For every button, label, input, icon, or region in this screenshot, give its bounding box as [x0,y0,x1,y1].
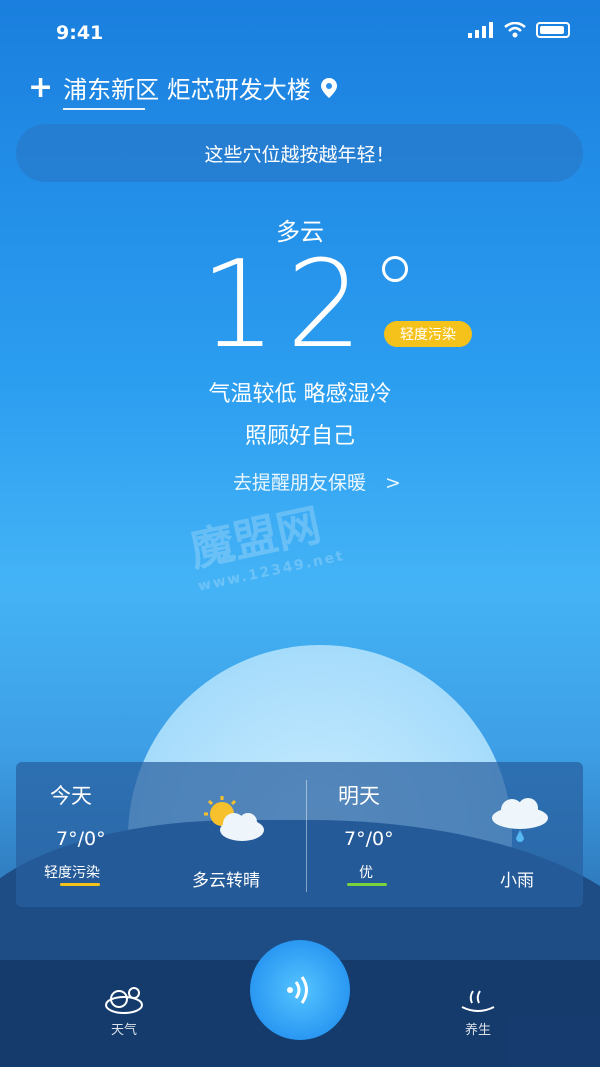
current-temperature: 12 [200,236,373,375]
nav-weather-label: 天气 [110,1023,137,1038]
today-aqi: 轻度污染 [44,865,100,881]
forecast-panel: 今天 7°/0° 轻度污染 多云转晴 明天 7°/0° 优 小雨 [16,762,583,907]
tomorrow-aqi: 优 [359,865,373,881]
promo-banner[interactable]: 这些穴位越按越年轻！ [16,124,583,182]
status-time: 9:41 [56,22,104,44]
location-header[interactable]: + 浦东新区 炬芯研发大楼 [28,70,337,105]
today-desc: 多云转晴 [192,871,260,891]
forecast-divider [306,780,307,892]
weather-tip-line2: 照顾好自己 [244,424,355,449]
battery-icon [536,22,570,38]
tomorrow-temp: 7°/0° [344,828,394,850]
today-temp: 7°/0° [56,828,106,850]
sound-wave-icon [287,976,308,1004]
tomorrow-aqi-bar [347,883,387,886]
health-tab-icon [461,990,495,1012]
tomorrow-desc: 小雨 [500,871,534,891]
status-icons [468,22,570,38]
wifi-icon [504,22,526,38]
degree-symbol [382,256,408,282]
watermark: 魔盟网 www.12349.net [183,485,346,595]
location-name[interactable]: 浦东新区 炬芯研发大楼 [63,70,311,105]
banner-text: 这些穴位越按越年轻！ [204,143,395,166]
signal-icon [468,22,493,38]
nav-health[interactable]: 养生 [438,985,518,1038]
status-bar: 9:41 [0,0,600,60]
weather-tab-icon [105,987,143,1014]
today-aqi-bar [60,883,100,886]
aqi-badge[interactable]: 轻度污染 [384,321,472,347]
weather-screen: 9:41 + 浦东新区 炬芯研发大楼 这些穴位越按越年轻！ 多云 12 轻度污染… [0,0,600,1067]
nav-health-label: 养生 [464,1023,491,1038]
today-title: 今天 [50,784,92,808]
add-city-button[interactable]: + [28,72,53,103]
partly-sunny-icon [204,796,264,841]
location-indicator [63,108,145,110]
voice-broadcast-button[interactable] [250,940,350,1040]
weather-tip-line1: 气温较低 略感湿冷 [208,382,392,407]
location-pin-icon [320,77,337,98]
nav-weather[interactable]: 天气 [84,985,164,1038]
tomorrow-title: 明天 [338,784,380,808]
light-rain-icon [492,798,548,842]
